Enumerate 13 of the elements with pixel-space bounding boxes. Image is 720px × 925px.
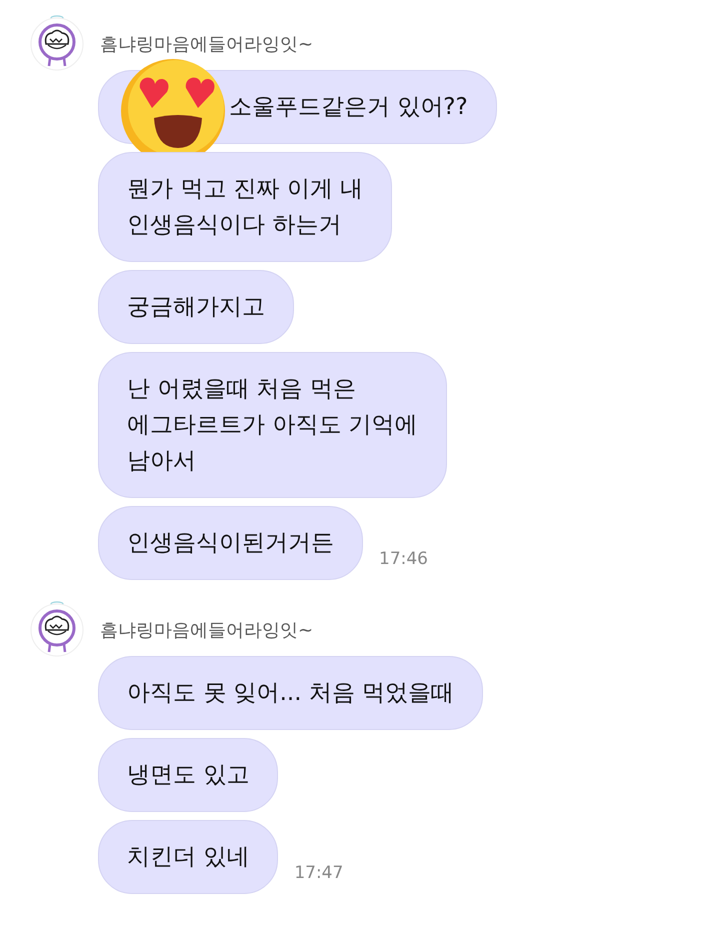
sender-name: 흠냐링마음에들어라잉잇~: [100, 619, 314, 643]
timestamp: 17:47: [294, 862, 344, 884]
avatar-icon: [30, 14, 84, 72]
timestamp: 17:46: [379, 548, 428, 570]
message-bubble: 치킨더 있네: [98, 820, 278, 894]
sender-name: 흠냐링마음에들어라잉잇~: [100, 33, 314, 57]
message-bubble: 아직도 못 잊어... 처음 먹었을때: [98, 656, 484, 730]
message-bubble: 궁금해가지고: [98, 270, 294, 344]
message-bubble: 난 어렸을때 처음 먹은 에그타르트가 아직도 기억에 남아서: [98, 352, 447, 498]
message-bubble: 인생음식이된거거든: [98, 506, 363, 580]
message-bubble: 냉면도 있고: [98, 738, 278, 812]
avatar-icon: [30, 600, 84, 658]
message-bubble: 뭔가 먹고 진짜 이게 내 인생음식이다 하는거: [98, 152, 392, 262]
